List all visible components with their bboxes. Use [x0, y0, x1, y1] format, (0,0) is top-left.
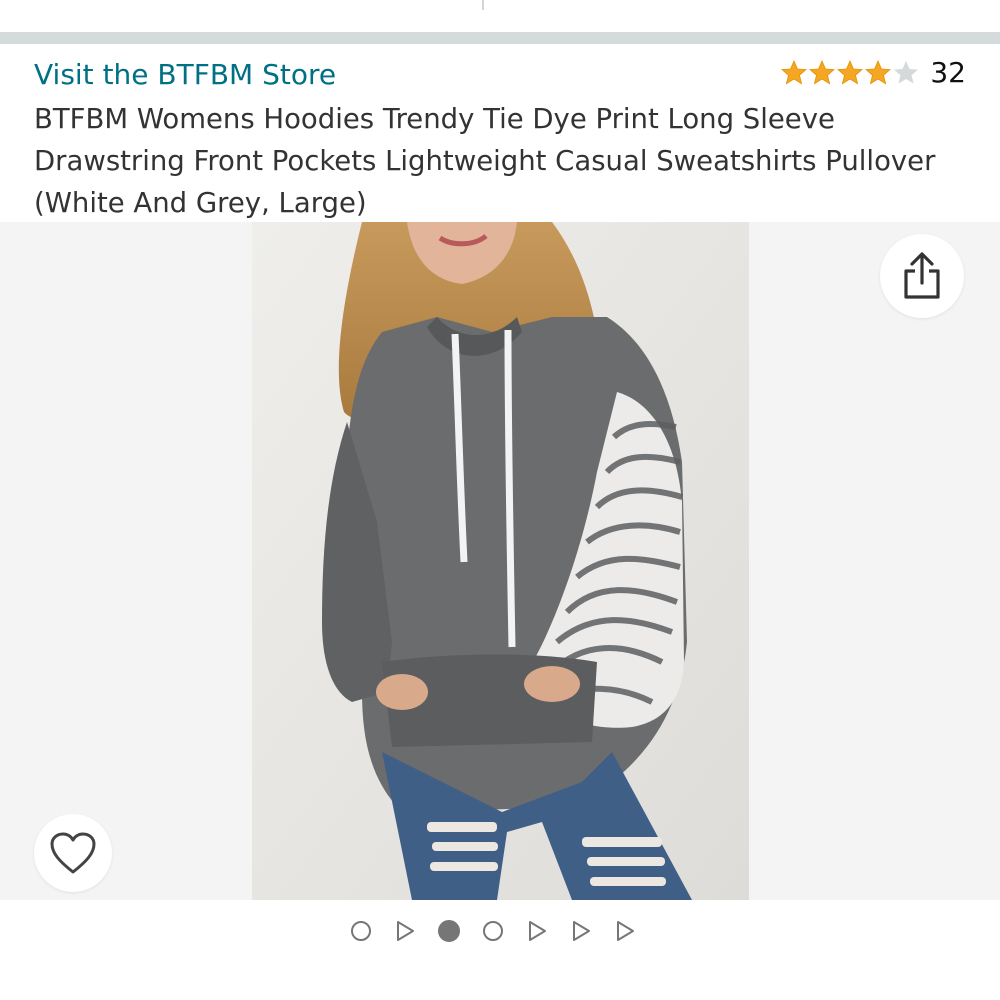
star-full-icon	[781, 59, 808, 84]
product-image[interactable]	[252, 222, 749, 900]
product-title: BTFBM Womens Hoodies Trendy Tie Dye Prin…	[34, 103, 936, 219]
share-icon	[904, 252, 940, 299]
visit-store-link[interactable]: Visit the BTFBM Store	[34, 58, 336, 91]
video-indicator-icon[interactable]	[394, 920, 416, 942]
size-guide-peek	[34, 990, 174, 1000]
image-indicators	[0, 900, 1000, 962]
product-photo-hoodie	[252, 222, 749, 900]
star-empty-icon	[894, 60, 919, 84]
image-gallery[interactable]	[0, 222, 1000, 900]
product-header: Visit the BTFBM Store 32 BTFBM Womens Ho…	[0, 44, 1000, 222]
rating-count: 32	[930, 56, 966, 89]
video-indicator-icon[interactable]	[570, 920, 592, 942]
top-divider-tick	[482, 0, 484, 10]
heart-icon	[50, 832, 96, 874]
share-button[interactable]	[880, 234, 964, 318]
active-image-indicator-icon[interactable]	[438, 920, 460, 942]
video-indicator-icon[interactable]	[614, 920, 636, 942]
star-full-icon	[809, 59, 836, 84]
star-full-icon	[837, 59, 864, 84]
image-indicator-icon[interactable]	[482, 920, 504, 942]
image-indicator-icon[interactable]	[350, 920, 372, 942]
star-rating	[780, 59, 920, 87]
add-to-wishlist-button[interactable]	[34, 814, 112, 892]
star-full-icon	[865, 59, 892, 84]
video-indicator-icon[interactable]	[526, 920, 548, 942]
rating-summary[interactable]: 32	[780, 56, 966, 89]
section-divider	[0, 32, 1000, 44]
top-strip	[0, 0, 1000, 32]
